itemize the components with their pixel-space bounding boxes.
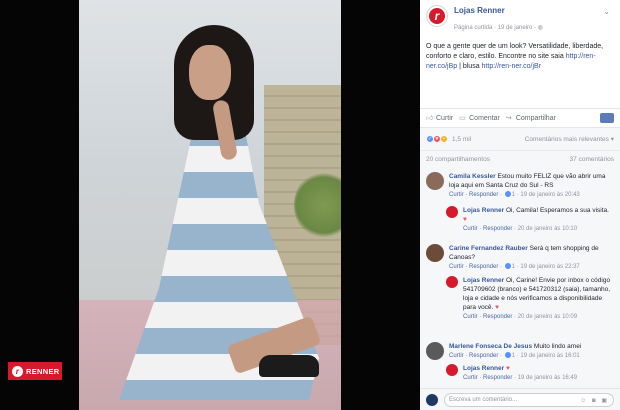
comment-likes: 1 [511, 353, 516, 359]
comment-likes: 1 [511, 192, 516, 198]
renner-badge-text: RENNER [26, 366, 60, 376]
composer-icons[interactable]: ☺ ◙ ▣ [580, 397, 609, 404]
reaction-count[interactable]: 1,5 mil [452, 136, 471, 143]
account-selector[interactable] [600, 113, 614, 123]
post-actions: 👍︎ Curtir ▭ Comentar ↪ Compartilhar [420, 108, 620, 128]
page-reply-avatar[interactable] [446, 276, 458, 288]
comment-footer: Curtir · Responder · 1 · 19 de janeiro à… [449, 191, 580, 198]
comment-reply: Lojas Renner Oi, Camila! Esperamos a sua… [446, 206, 612, 234]
post-header: r Lojas Renner Página curtida · 19 de ja… [426, 5, 614, 35]
comment-text: Muito lindo amei [533, 343, 582, 350]
chevron-down-icon[interactable]: ⌄ [603, 7, 610, 16]
comment-time[interactable]: 19 de janeiro às 20:43 [520, 192, 579, 198]
share-icon: ↪ [505, 114, 512, 122]
comment-footer: Curtir · Responder · 1 · 19 de janeiro à… [449, 263, 580, 270]
like-badge-icon [504, 191, 511, 198]
stats-row: 20 compartilhamentos 37 comentários [420, 150, 620, 168]
heart-icon: ♥ [506, 365, 510, 372]
reply-text: Oi, Camila! Esperamos a sua visita. [506, 207, 609, 214]
comment: Marlene Fonseca De Jesus Muito lindo ame… [426, 342, 614, 361]
commenter-name[interactable]: Marlene Fonseca De Jesus [449, 343, 532, 350]
reply-time[interactable]: 20 de janeiro às 10:09 [518, 314, 577, 320]
wow-reaction-icon: • [440, 135, 448, 143]
reply-actions[interactable]: Curtir · Responder [463, 226, 512, 232]
comments-count[interactable]: 37 comentários [570, 156, 614, 163]
commenter-avatar[interactable] [426, 244, 444, 262]
comment-composer: Escreva um comentário... ☺ ◙ ▣ [420, 388, 620, 410]
comment-sort-dropdown[interactable]: Comentários mais relevantes ▾ [525, 135, 614, 143]
like-label: Curtir [436, 114, 454, 122]
comment-time[interactable]: 19 de janeiro às 22:37 [520, 264, 579, 270]
user-avatar[interactable] [426, 393, 438, 406]
renner-logo-icon: r [12, 365, 23, 377]
post-panel: r Lojas Renner Página curtida · 19 de ja… [420, 0, 620, 410]
photo-stage: r RENNER [0, 0, 420, 410]
comment: Camila Kessler Estou muito FELIZ que vão… [426, 172, 614, 200]
comment-label: Comentar [469, 114, 500, 122]
comment-likes: 1 [511, 264, 516, 270]
page-liked-label: Página curtida [454, 25, 493, 31]
comments-list: Camila Kessler Estou muito FELIZ que vão… [420, 168, 620, 388]
like-button[interactable]: 👍︎ Curtir [426, 115, 453, 122]
commenter-avatar[interactable] [426, 342, 444, 360]
comment-reply: Lojas Renner ♥ Curtir · Responder · 19 d… [446, 364, 612, 383]
facebook-photo-viewer: r RENNER r Lojas Renner Página curtida ·… [0, 0, 620, 410]
reaction-icons[interactable]: ✓ ♥ • [426, 135, 448, 143]
commenter-name[interactable]: Camila Kessler [449, 173, 496, 180]
globe-icon: ◍ [537, 25, 543, 31]
comment-actions[interactable]: Curtir · Responder [449, 353, 498, 359]
reply-time[interactable]: 19 de janeiro às 16:49 [518, 375, 577, 381]
share-button[interactable]: ↪ Compartilhar [506, 115, 556, 122]
post-meta: Página curtida · 19 de janeiro · ◍ [454, 25, 543, 31]
page-reply-avatar[interactable] [446, 364, 458, 376]
reply-name[interactable]: Lojas Renner [463, 207, 504, 214]
heart-icon: ♥ [463, 216, 467, 223]
reply-footer: Curtir · Responder · 20 de janeiro às 10… [463, 226, 578, 232]
reply-footer: Curtir · Responder · 20 de janeiro às 10… [463, 314, 578, 320]
page-reply-avatar[interactable] [446, 206, 458, 218]
like-badge-icon [504, 263, 511, 270]
post-text: O que a gente quer de um look? Versatili… [426, 42, 614, 72]
shares-count[interactable]: 20 compartilhamentos [426, 156, 490, 163]
reply-actions[interactable]: Curtir · Responder [463, 375, 512, 381]
comment-actions[interactable]: Curtir · Responder [449, 192, 498, 198]
comment-reply: Lojas Renner Oi, Carine! Envie por inbox… [446, 276, 612, 322]
page-avatar[interactable]: r [426, 5, 448, 27]
heart-icon: ♥ [495, 304, 500, 311]
comment-icon: ▭ [459, 114, 466, 122]
comment-time[interactable]: 19 de janeiro às 16:01 [520, 353, 579, 359]
post-separator: | blusa [457, 63, 482, 70]
page-name[interactable]: Lojas Renner [454, 5, 614, 16]
comment-actions[interactable]: Curtir · Responder [449, 264, 498, 270]
post-link-blouse[interactable]: http://ren-ner.co/jBr [482, 63, 542, 70]
renner-logo-icon: r [429, 8, 445, 24]
reply-time[interactable]: 20 de janeiro às 10:10 [518, 226, 577, 232]
comment-footer: Curtir · Responder · 1 · 19 de janeiro à… [449, 352, 580, 359]
comment-sort-label: Comentários mais relevantes [524, 136, 609, 143]
post-photo[interactable] [79, 0, 341, 410]
commenter-avatar[interactable] [426, 172, 444, 190]
thumbs-up-icon: 👍︎ [426, 114, 434, 122]
comment-button[interactable]: ▭ Comentar [459, 115, 500, 122]
comment-input-placeholder: Escreva um comentário... [449, 396, 518, 403]
comment: Carine Fernandez Rauber Será q tem shopp… [426, 244, 614, 272]
post-date[interactable]: 19 de janeiro [498, 25, 533, 31]
comment-input[interactable]: Escreva um comentário... ☺ ◙ ▣ [444, 392, 614, 407]
renner-badge: r RENNER [8, 362, 62, 380]
commenter-name[interactable]: Carine Fernandez Rauber [449, 245, 528, 252]
model-shoe [259, 355, 319, 377]
model-face [189, 45, 231, 100]
reactions-bar: ✓ ♥ • 1,5 mil Comentários mais relevante… [420, 128, 620, 150]
reply-name[interactable]: Lojas Renner [463, 365, 504, 372]
reply-footer: Curtir · Responder · 19 de janeiro às 16… [463, 375, 578, 381]
like-badge-icon [504, 352, 511, 359]
share-label: Compartilhar [515, 114, 556, 122]
reply-actions[interactable]: Curtir · Responder [463, 314, 512, 320]
reply-name[interactable]: Lojas Renner [463, 277, 504, 284]
